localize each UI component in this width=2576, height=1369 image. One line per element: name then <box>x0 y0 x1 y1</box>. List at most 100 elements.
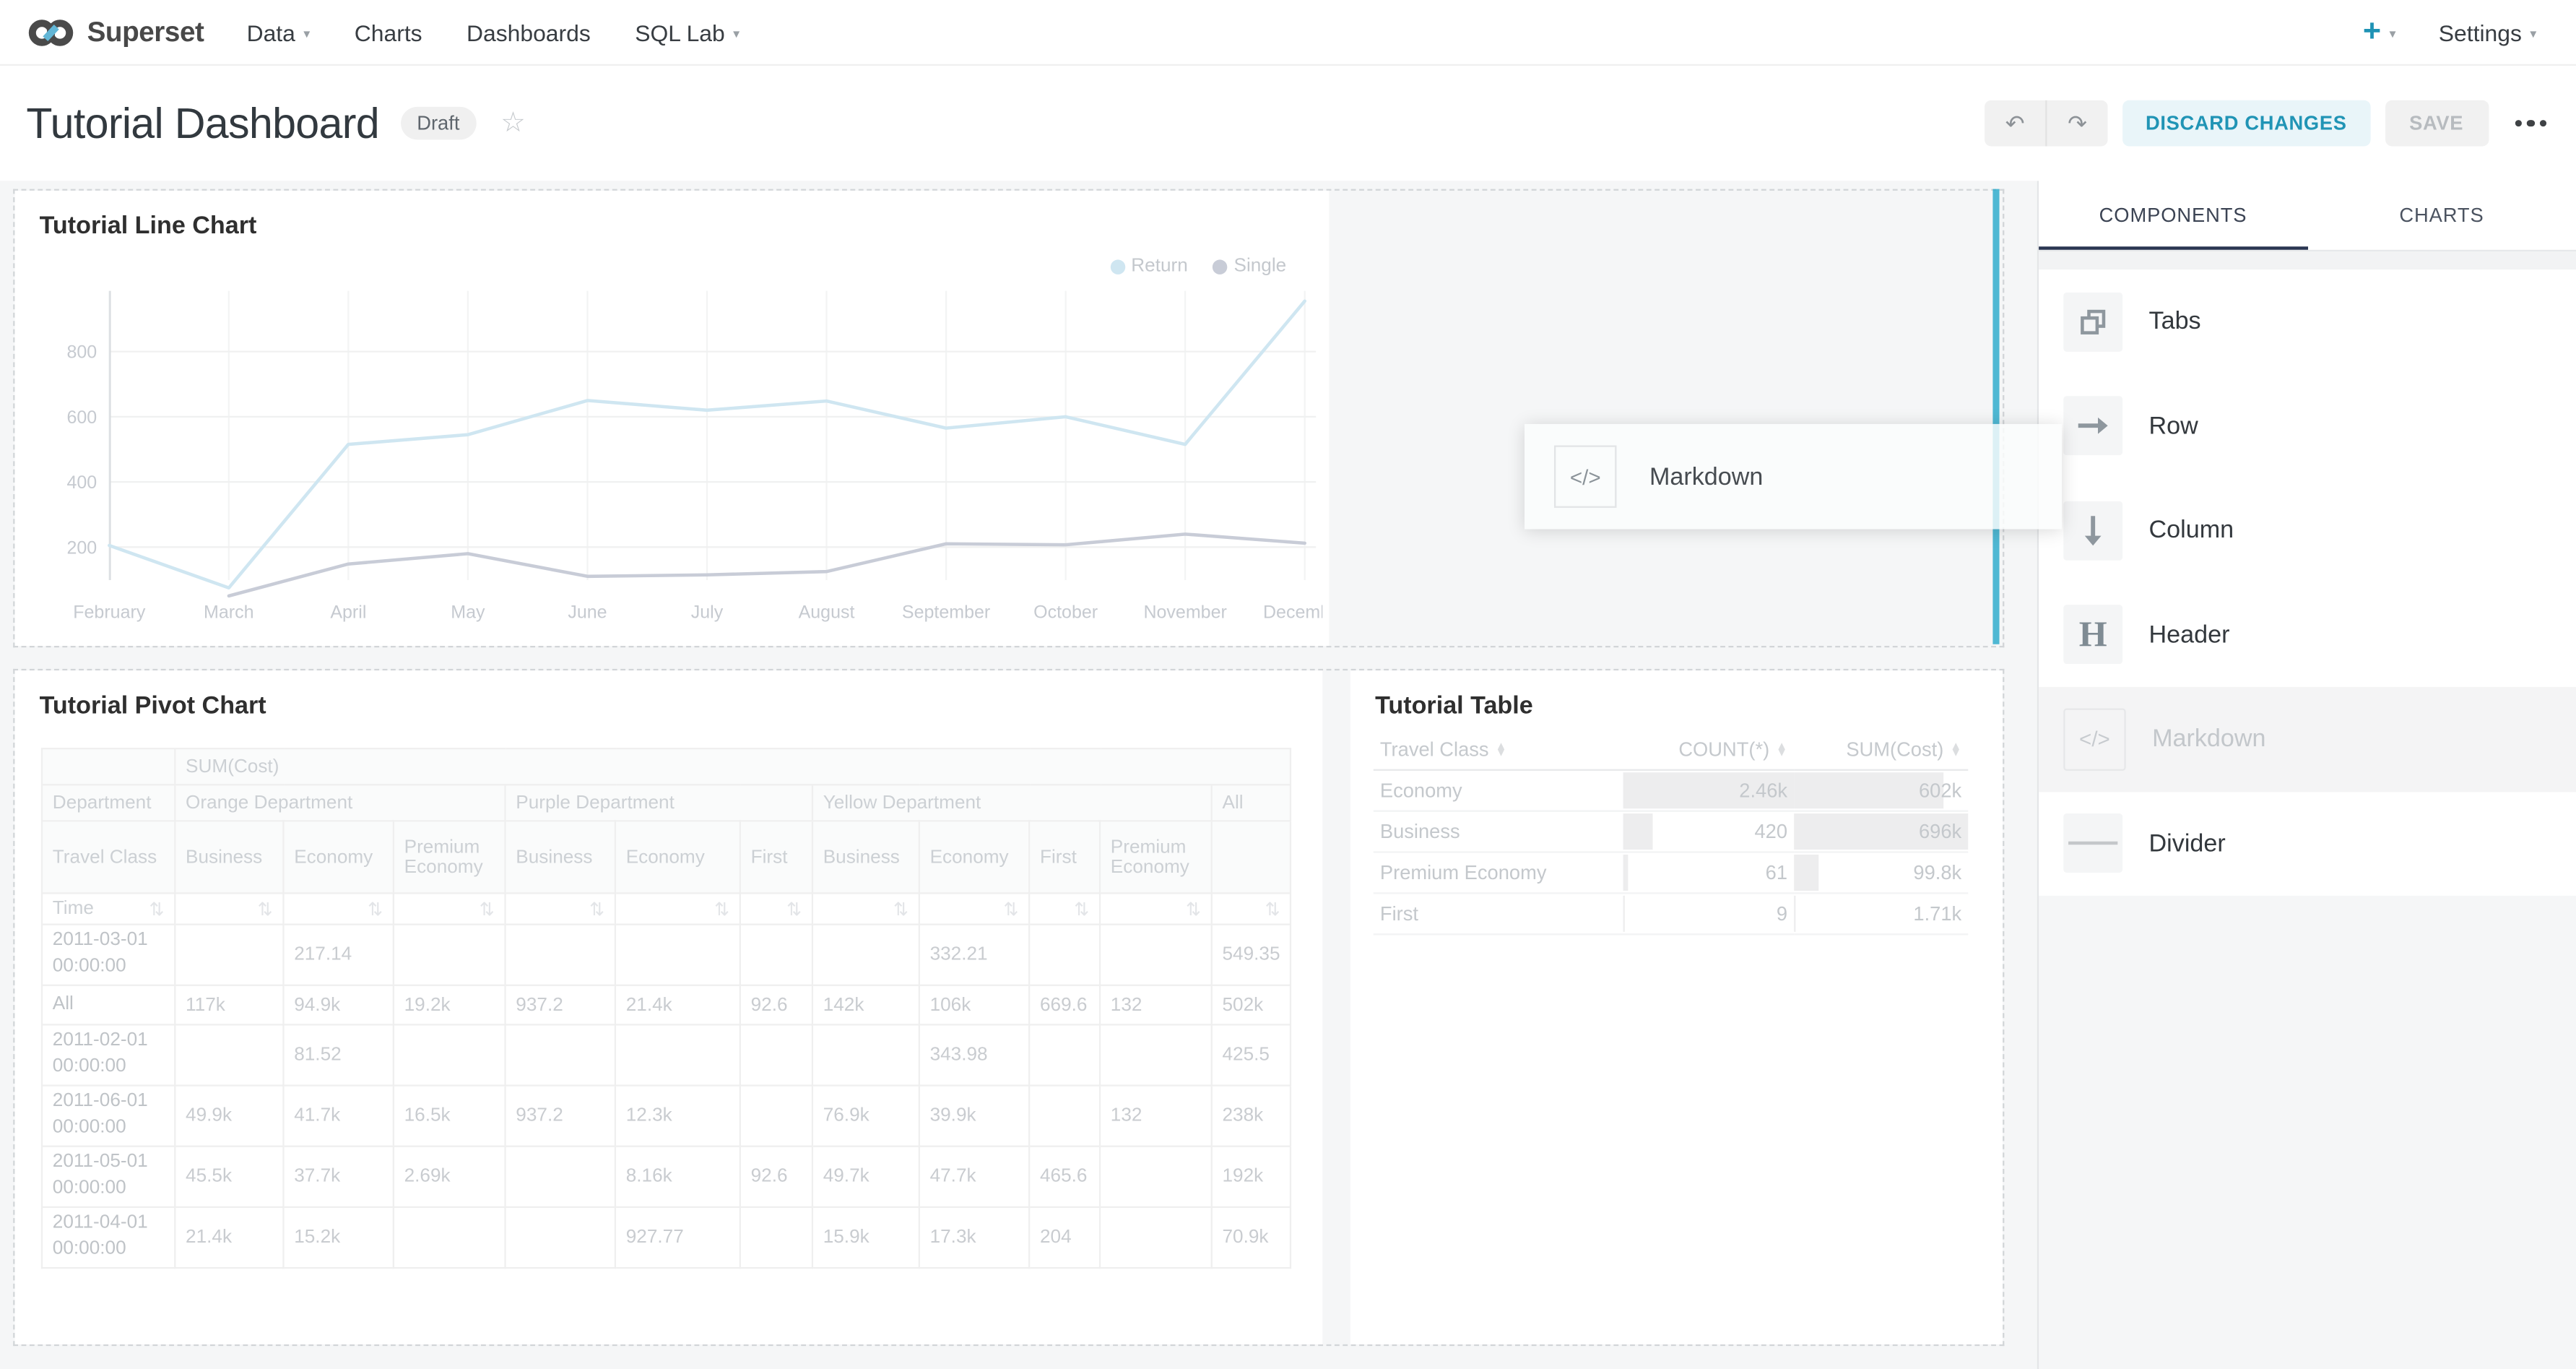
pivot-col-header: Economy <box>283 821 393 893</box>
pivot-value-cell <box>740 1086 812 1146</box>
pivot-sort-cell[interactable]: ⇅ <box>1100 893 1212 924</box>
pivot-value-cell <box>394 1207 506 1268</box>
table-label-cell: Premium Economy <box>1374 852 1623 894</box>
pivot-time-header[interactable]: Time⇅ <box>42 893 175 924</box>
nav-item-sqllab[interactable]: SQL Lab▾ <box>635 19 740 45</box>
pivot-value-cell <box>1100 1024 1212 1085</box>
pivot-value-cell: 502k <box>1212 985 1291 1025</box>
pivot-sort-cell[interactable]: ⇅ <box>283 893 393 924</box>
pivot-sort-cell[interactable]: ⇅ <box>506 893 615 924</box>
sort-icon[interactable]: ⇅ <box>589 898 604 920</box>
save-button[interactable]: SAVE <box>2385 100 2488 147</box>
pivot-sort-cell[interactable]: ⇅ <box>1212 893 1291 924</box>
line-chart-card[interactable]: Tutorial Line Chart ReturnSingle 2004006… <box>14 191 1329 646</box>
divider-icon <box>2063 814 2122 873</box>
pivot-sort-cell[interactable]: ⇅ <box>615 893 740 924</box>
table-sum-cell: 696k <box>1794 811 1968 852</box>
legend-entry-return[interactable]: Return <box>1110 256 1188 276</box>
sort-icon[interactable]: ⇅ <box>1003 898 1018 920</box>
sort-icon[interactable]: ⇅ <box>786 898 802 920</box>
table-row[interactable]: Business420696k <box>1374 811 1969 852</box>
table-col-header[interactable]: COUNT(*)▲▼ <box>1623 730 1795 770</box>
sort-icon[interactable]: ⇅ <box>368 898 383 920</box>
more-options-button[interactable] <box>2511 113 2549 133</box>
tab-charts[interactable]: CHARTS <box>2307 181 2576 250</box>
table-row[interactable]: Premium Economy6199.8k <box>1374 852 1969 894</box>
chevron-down-icon: ▾ <box>733 26 740 40</box>
svg-text:April: April <box>330 602 366 622</box>
svg-text:400: 400 <box>66 472 97 493</box>
table-label-cell: First <box>1374 893 1623 934</box>
pivot-value-cell: 132 <box>1100 1086 1212 1146</box>
sort-icon[interactable]: ⇅ <box>714 898 729 920</box>
component-item-tabs[interactable]: Tabs <box>2039 269 2576 373</box>
pivot-sort-cell[interactable]: ⇅ <box>919 893 1029 924</box>
redo-button[interactable]: ↷ <box>2047 100 2107 147</box>
tab-components[interactable]: COMPONENTS <box>2039 181 2307 250</box>
table-col-header[interactable]: Travel Class▲▼ <box>1374 730 1623 770</box>
sort-icon[interactable]: ⇅ <box>149 898 165 920</box>
pivot-col-header <box>1212 821 1291 893</box>
pivot-sort-cell[interactable]: ⇅ <box>394 893 506 924</box>
component-item-markdown[interactable]: </>Markdown <box>2039 687 2576 791</box>
dot-icon <box>2515 119 2522 126</box>
table-label-cell: Business <box>1374 811 1623 852</box>
tabs-icon <box>2063 292 2122 351</box>
sort-icon[interactable]: ▲▼ <box>1776 744 1787 756</box>
pivot-value-cell: 15.9k <box>812 1207 919 1268</box>
pivot-sort-cell[interactable]: ⇅ <box>812 893 919 924</box>
component-label: Column <box>2149 517 2234 545</box>
nav-item-data[interactable]: Data▾ <box>247 19 311 45</box>
table-row[interactable]: Economy2.46k602k <box>1374 770 1969 811</box>
drag-ghost-markdown[interactable]: </> Markdown <box>1525 424 2062 530</box>
pivot-sort-cell[interactable]: ⇅ <box>1029 893 1100 924</box>
pivot-value-cell: 132 <box>1100 985 1212 1025</box>
table-chart-card[interactable]: Tutorial Table Travel Class▲▼COUNT(*)▲▼S… <box>1350 670 2003 1344</box>
component-item-header[interactable]: HHeader <box>2039 582 2576 686</box>
new-item-button[interactable]: + ▾ <box>2363 17 2396 48</box>
pivot-value-cell: 2.69k <box>394 1146 506 1207</box>
component-item-divider[interactable]: Divider <box>2039 791 2576 895</box>
nav-item-dashboards[interactable]: Dashboards <box>467 19 591 45</box>
table-col-header[interactable]: SUM(Cost)▲▼ <box>1794 730 1968 770</box>
pivot-value-cell <box>506 925 615 985</box>
pivot-chart-card[interactable]: Tutorial Pivot Chart SUM(Cost)Department… <box>14 670 1322 1344</box>
table-row[interactable]: First91.71k <box>1374 893 1969 934</box>
sort-icon[interactable]: ⇅ <box>1265 898 1280 920</box>
sort-icon[interactable]: ⇅ <box>258 898 273 920</box>
pivot-value-cell: 49.9k <box>175 1086 283 1146</box>
undo-button[interactable]: ↶ <box>1985 100 2047 147</box>
sort-icon[interactable]: ⇅ <box>893 898 908 920</box>
sort-icon[interactable]: ⇅ <box>1186 898 1201 920</box>
sort-icon[interactable]: ▲▼ <box>1950 744 1961 756</box>
page-title[interactable]: Tutorial Dashboard <box>26 98 379 149</box>
pivot-value-cell: 12.3k <box>615 1086 740 1146</box>
sort-icon[interactable]: ▲▼ <box>1496 744 1507 756</box>
pivot-value-cell: 21.4k <box>175 1207 283 1268</box>
legend-entry-single[interactable]: Single <box>1213 256 1286 276</box>
pivot-sort-cell[interactable]: ⇅ <box>740 893 812 924</box>
component-item-row[interactable]: Row <box>2039 374 2576 478</box>
nav-item-charts[interactable]: Charts <box>355 19 422 45</box>
markdown-icon: </> <box>2063 708 2125 770</box>
pivot-sort-cell[interactable]: ⇅ <box>175 893 283 924</box>
sort-icon[interactable]: ⇅ <box>480 898 495 920</box>
header-actions: ↶ ↷ DISCARD CHANGES SAVE <box>1985 100 2550 147</box>
sort-icon[interactable]: ⇅ <box>1074 898 1089 920</box>
superset-logo[interactable]: Superset <box>26 16 204 48</box>
pivot-value-cell <box>1100 1146 1212 1207</box>
table-count-cell: 420 <box>1623 811 1795 852</box>
svg-text:March: March <box>204 602 254 622</box>
discard-changes-button[interactable]: DISCARD CHANGES <box>2122 100 2369 147</box>
sidebar-divider-strip <box>2039 251 2576 269</box>
settings-menu[interactable]: Settings▾ <box>2439 19 2537 45</box>
component-item-column[interactable]: Column <box>2039 478 2576 582</box>
svg-text:September: September <box>902 602 990 622</box>
pivot-value-cell: 92.6 <box>740 985 812 1025</box>
pivot-value-cell: 117k <box>175 985 283 1025</box>
chevron-down-icon: ▾ <box>2530 26 2536 40</box>
favorite-star-icon[interactable]: ☆ <box>500 107 526 139</box>
row-icon <box>2063 397 2122 456</box>
pivot-value-cell: 70.9k <box>1212 1207 1291 1268</box>
sidebar-tabs: COMPONENTS CHARTS <box>2039 181 2576 251</box>
